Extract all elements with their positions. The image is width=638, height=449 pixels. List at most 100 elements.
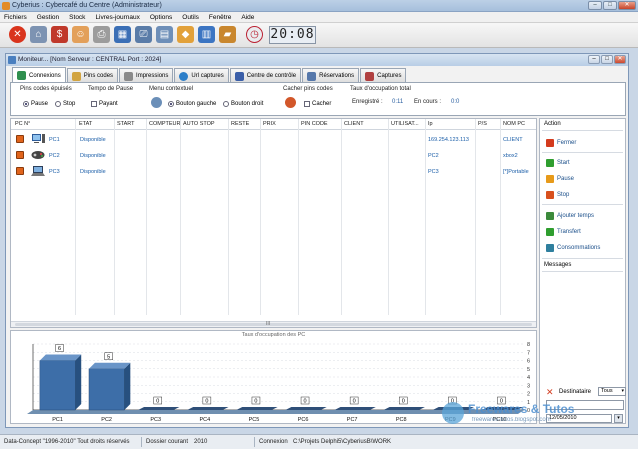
action-separator <box>542 204 623 205</box>
transfert-button[interactable]: Transfert <box>546 228 581 236</box>
app-icon <box>2 2 10 10</box>
tab-pins-codes[interactable]: Pins codes <box>66 68 119 83</box>
stop-button[interactable]: Stop <box>546 191 569 199</box>
chart-data-label: 0 <box>156 399 159 405</box>
tab-reservations[interactable]: Réservations <box>302 68 360 83</box>
monitor-icon <box>8 56 16 64</box>
fermer-button[interactable]: Fermer <box>546 139 576 147</box>
table-horizontal-scrollbar[interactable]: III <box>11 321 536 327</box>
monitor-close-button[interactable]: ✕ <box>614 55 626 64</box>
chart-bar <box>39 360 76 411</box>
menu-fenetre[interactable]: Fenêtre <box>209 14 231 21</box>
toolbar: ✕ ⌂ $ ☺ ⎙ ▦ ⎚ ▤ ◆ ▥ ▰ ◷ 20:08 <box>0 23 638 48</box>
col-start[interactable]: START <box>117 121 135 127</box>
delete-message-icon[interactable]: ✕ <box>546 388 554 397</box>
pause-radio[interactable]: Pause <box>23 101 48 107</box>
chart-y-tick-label: 7 <box>527 350 530 356</box>
col-client[interactable]: CLIENT <box>344 121 364 127</box>
cacher-checkbox[interactable]: Cacher <box>304 101 331 107</box>
tab-centre-controle[interactable]: Centre de contrôle <box>229 68 302 83</box>
row-ip: 169.254.123.113 <box>428 137 469 143</box>
mouse-icon <box>151 97 162 108</box>
col-ip[interactable]: Ip <box>428 121 433 127</box>
messages-title: Messages <box>544 262 572 268</box>
col-prix[interactable]: PRIX <box>263 121 276 127</box>
chart-x-tick-label: PC5 <box>249 417 260 423</box>
menu-gestion[interactable]: Gestion <box>37 14 59 21</box>
menu-options[interactable]: Options <box>150 14 172 21</box>
user-icon[interactable]: ☺ <box>72 26 89 43</box>
row-status-icon[interactable] <box>16 167 24 175</box>
options-panel: Pins codes épuisés Pause Stop Tempo de P… <box>10 82 626 116</box>
bouton-gauche-radio[interactable]: Bouton gauche <box>168 101 216 107</box>
monitor-minimize-button[interactable]: – <box>588 55 600 64</box>
col-etat[interactable]: ETAT <box>79 121 92 127</box>
chevron-down-icon: ▾ <box>621 388 624 394</box>
cashbox-icon[interactable]: $ <box>51 26 68 43</box>
menu-aide[interactable]: Aide <box>241 14 254 21</box>
col-compteur[interactable]: COMPTEUR <box>149 121 180 127</box>
maximize-button[interactable]: □ <box>603 1 617 10</box>
stop-radio-dot <box>55 101 61 107</box>
row-ip: PC2 <box>428 153 439 159</box>
menu-livres-journaux[interactable]: Livres-journaux <box>95 14 139 21</box>
gamepad-icon <box>31 151 45 159</box>
col-reste[interactable]: RESTE <box>231 121 249 127</box>
encours-value: 0:0 <box>451 99 460 105</box>
menu-fichiers[interactable]: Fichiers <box>4 14 27 21</box>
printer-tab-icon <box>124 71 134 81</box>
folder-icon[interactable]: ▰ <box>219 26 236 43</box>
table-row[interactable]: PC2 Disponible PC2 xbox2 <box>11 148 536 164</box>
shop-icon[interactable]: ⌂ <box>30 26 47 43</box>
control-center-icon <box>234 71 244 81</box>
table-row[interactable]: PC1 Disponible 169.254.123.113 CLIENT <box>11 132 536 148</box>
destinataire-select[interactable]: Tous ▾ <box>598 387 626 396</box>
tab-impressions[interactable]: Impressions <box>119 68 174 83</box>
close-button[interactable]: ✕ <box>618 1 636 10</box>
table-row[interactable]: PC3 Disponible PC3 [*]Portable <box>11 164 536 180</box>
window-controls: – □ ✕ <box>588 1 636 10</box>
start-button[interactable]: Start <box>546 159 570 167</box>
col-nom-pc[interactable]: NOM PC <box>503 121 525 127</box>
calculator-icon[interactable]: ▥ <box>198 26 215 43</box>
encours-label: En cours : <box>414 99 442 105</box>
tab-connexions[interactable]: Connexions <box>12 67 66 83</box>
row-pc: PC2 <box>49 153 60 159</box>
exit-icon[interactable]: ✕ <box>9 26 26 43</box>
col-auto-stop[interactable]: AUTO STOP <box>183 121 215 127</box>
consommations-button[interactable]: Consommations <box>546 244 600 252</box>
monitor-maximize-button[interactable]: □ <box>601 55 613 64</box>
menu-group-title: Menu contextuel <box>149 86 194 92</box>
pause-icon <box>546 175 554 183</box>
chart-y-tick-label: 3 <box>527 383 530 389</box>
row-status-icon[interactable] <box>16 135 24 143</box>
menu-stock[interactable]: Stock <box>69 14 85 21</box>
chart-icon[interactable]: ▤ <box>156 26 173 43</box>
col-ps[interactable]: P/S <box>478 121 487 127</box>
tab-url-captures[interactable]: Url captures <box>174 68 229 83</box>
minimize-button[interactable]: – <box>588 1 602 10</box>
calendar-icon[interactable]: ▦ <box>114 26 131 43</box>
row-nom: xbox2 <box>503 153 518 159</box>
scroll-thumb[interactable] <box>15 323 532 326</box>
pause-button[interactable]: Pause <box>546 175 574 183</box>
row-status-icon[interactable] <box>16 151 24 159</box>
chart-data-label: 0 <box>304 399 307 405</box>
col-pin-code[interactable]: PIN CODE <box>301 121 328 127</box>
bouton-droit-radio[interactable]: Bouton droit <box>223 101 263 107</box>
tab-captures[interactable]: Captures <box>360 68 407 83</box>
chart-bar <box>88 368 125 411</box>
alarm-clock-icon[interactable]: ◷ <box>246 26 263 43</box>
printer-icon[interactable]: ⎙ <box>93 26 110 43</box>
reservation-icon <box>307 71 317 81</box>
chart-bar-flat <box>187 407 229 410</box>
col-pc[interactable]: PC N° <box>15 121 30 127</box>
menu-outils[interactable]: Outils <box>182 14 199 21</box>
network-icon[interactable]: ⎚ <box>135 26 152 43</box>
ajouter-temps-button[interactable]: Ajouter temps <box>546 212 594 220</box>
col-utilisateur[interactable]: UTILISAT... <box>391 121 419 127</box>
menu-bar: Fichiers Gestion Stock Livres-journaux O… <box>0 12 638 23</box>
tag-icon[interactable]: ◆ <box>177 26 194 43</box>
payant-checkbox[interactable]: Payant <box>91 101 118 107</box>
stop-radio[interactable]: Stop <box>55 101 75 107</box>
